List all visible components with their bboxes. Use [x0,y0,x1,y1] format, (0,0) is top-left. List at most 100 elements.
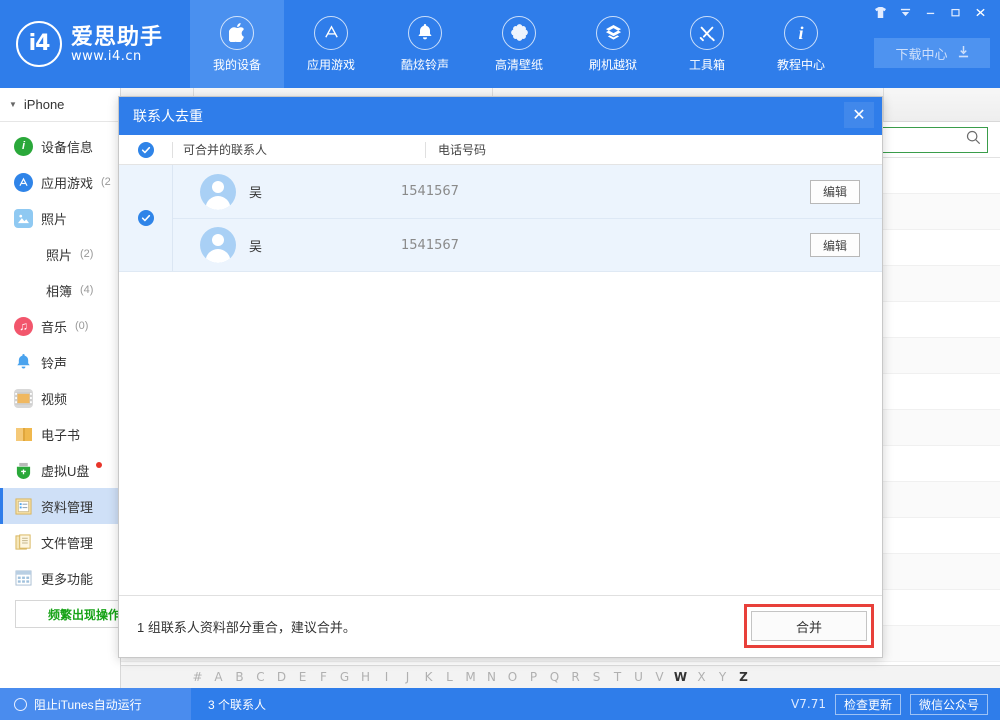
sidebar-item-apps-games[interactable]: 应用游戏 (2 [0,164,120,200]
alpha-letter[interactable]: D [271,670,292,684]
menu-dropdown-icon[interactable] [894,4,917,21]
alpha-letter-z[interactable]: Z [733,670,754,684]
close-icon[interactable] [969,4,992,21]
alpha-letter[interactable]: X [691,670,712,684]
alpha-letter[interactable]: K [418,670,439,684]
edit-button[interactable]: 编辑 [810,233,860,257]
sidebar: ▼ iPhone i 设备信息 应用游戏 (2 照片 [0,88,121,688]
alpha-letter-w[interactable]: W [670,670,691,684]
sidebar-item-video[interactable]: 视频 [0,380,120,416]
alpha-letter[interactable]: G [334,670,355,684]
skin-icon[interactable] [869,4,892,21]
merge-button[interactable]: 合并 [751,611,867,641]
sidebar-item-count: (2) [80,248,93,260]
alpha-letter[interactable]: Q [544,670,565,684]
alpha-letter[interactable]: F [313,670,334,684]
alpha-letter[interactable]: L [439,670,460,684]
sidebar-item-ringtone[interactable]: 铃声 [0,344,120,380]
alpha-letter[interactable]: I [376,670,397,684]
sidebar-item-count: (4) [80,284,93,296]
alpha-letter[interactable]: T [607,670,628,684]
nav-label: 工具箱 [689,56,725,73]
logo-title: 爱思助手 [71,24,163,49]
sidebar-device-header[interactable]: ▼ iPhone [0,88,120,122]
alpha-letter[interactable]: O [502,670,523,684]
alpha-letter[interactable]: S [586,670,607,684]
apple-icon [220,16,254,50]
nav-item-flash-jailbreak[interactable]: 刷机越狱 [566,0,660,88]
sidebar-item-label: 音乐 [41,317,67,336]
nav-item-ringtones[interactable]: 酷炫铃声 [378,0,472,88]
sidebar-item-albums-sub[interactable]: 相簿 (4) [0,272,120,308]
contact-name: 吴 [236,182,401,201]
chevron-down-icon: ▼ [9,100,17,109]
contact-phone: 1541567 [401,184,810,199]
sidebar-item-count: (0) [75,320,88,332]
nav-item-wallpapers[interactable]: 高清壁纸 [472,0,566,88]
sidebar-item-virtual-usb[interactable]: 虚拟U盘 [0,452,120,488]
alpha-letter[interactable]: E [292,670,313,684]
sidebar-device-name: iPhone [24,97,64,112]
sidebar-item-device-info[interactable]: i 设备信息 [0,128,120,164]
photos-icon [14,209,33,228]
alpha-letter[interactable]: V [649,670,670,684]
alpha-letter[interactable]: Y [712,670,733,684]
sidebar-item-label: 更多功能 [41,569,93,588]
contacts-count-label: 3 个联系人 [191,696,791,713]
maximize-icon[interactable] [944,4,967,21]
tools-icon [690,16,724,50]
alpha-letter[interactable]: J [397,670,418,684]
sidebar-item-label: 应用游戏 [41,173,93,192]
column-header-name: 可合并的联系人 [172,142,425,158]
video-icon [14,389,33,408]
table-row[interactable]: 吴 1541567 编辑 [173,218,882,271]
checkmark-circle-icon[interactable] [138,210,154,226]
close-icon[interactable]: ✕ [844,102,874,128]
checkmark-circle-icon[interactable] [138,142,154,158]
sidebar-item-photos-sub[interactable]: 照片 (2) [0,236,120,272]
nav-item-my-device[interactable]: 我的设备 [190,0,284,88]
music-icon: ♫ [14,317,33,336]
nav-item-apps-games[interactable]: 应用游戏 [284,0,378,88]
alpha-letter[interactable]: C [250,670,271,684]
alpha-letter[interactable]: M [460,670,481,684]
info-icon: i [784,16,818,50]
wechat-button[interactable]: 微信公众号 [910,694,988,715]
minimize-icon[interactable] [919,4,942,21]
table-row[interactable]: 吴 1541567 编辑 [173,165,882,218]
sidebar-item-photos[interactable]: 照片 [0,200,120,236]
alpha-letter[interactable]: # [187,670,208,684]
sidebar-item-label: 文件管理 [41,533,93,552]
alpha-letter[interactable]: A [208,670,229,684]
select-all-cell [119,142,172,158]
alpha-letter[interactable]: N [481,670,502,684]
nav-label: 教程中心 [777,56,825,73]
sidebar-item-more-features[interactable]: 更多功能 [0,560,120,596]
duplicate-group: 吴 1541567 编辑 吴 1541567 编辑 [119,165,882,272]
sidebar-item-file-management[interactable]: 文件管理 [0,524,120,560]
sidebar-item-music[interactable]: ♫ 音乐 (0) [0,308,120,344]
edit-button[interactable]: 编辑 [810,180,860,204]
logo-mark-text: i4 [29,33,50,55]
alpha-letter[interactable]: P [523,670,544,684]
sidebar-item-data-management[interactable]: 资料管理 [0,488,120,524]
app-window: i4 爱思助手 www.i4.cn 我的设备 应用游戏 [0,0,1000,720]
nav-item-tutorials[interactable]: i 教程中心 [754,0,848,88]
notification-badge-icon [96,462,102,468]
alpha-letter[interactable]: U [628,670,649,684]
window-controls [869,4,992,21]
data-manage-icon [14,497,33,516]
check-update-button[interactable]: 检查更新 [835,694,901,715]
group-select-cell [119,165,172,271]
alpha-letter[interactable]: H [355,670,376,684]
itunes-toggle[interactable]: 阻止iTunes自动运行 [0,688,191,720]
usb-icon [14,461,33,480]
flower-icon [502,16,536,50]
alpha-letter[interactable]: R [565,670,586,684]
alpha-letter[interactable]: B [229,670,250,684]
contacts-dedupe-dialog: 联系人去重 ✕ 可合并的联系人 电话号码 [118,96,883,658]
main-nav: 我的设备 应用游戏 酷炫铃声 高清壁纸 [190,0,848,88]
download-center-button[interactable]: 下载中心 [874,38,990,68]
nav-item-toolbox[interactable]: 工具箱 [660,0,754,88]
sidebar-item-ebook[interactable]: 电子书 [0,416,120,452]
